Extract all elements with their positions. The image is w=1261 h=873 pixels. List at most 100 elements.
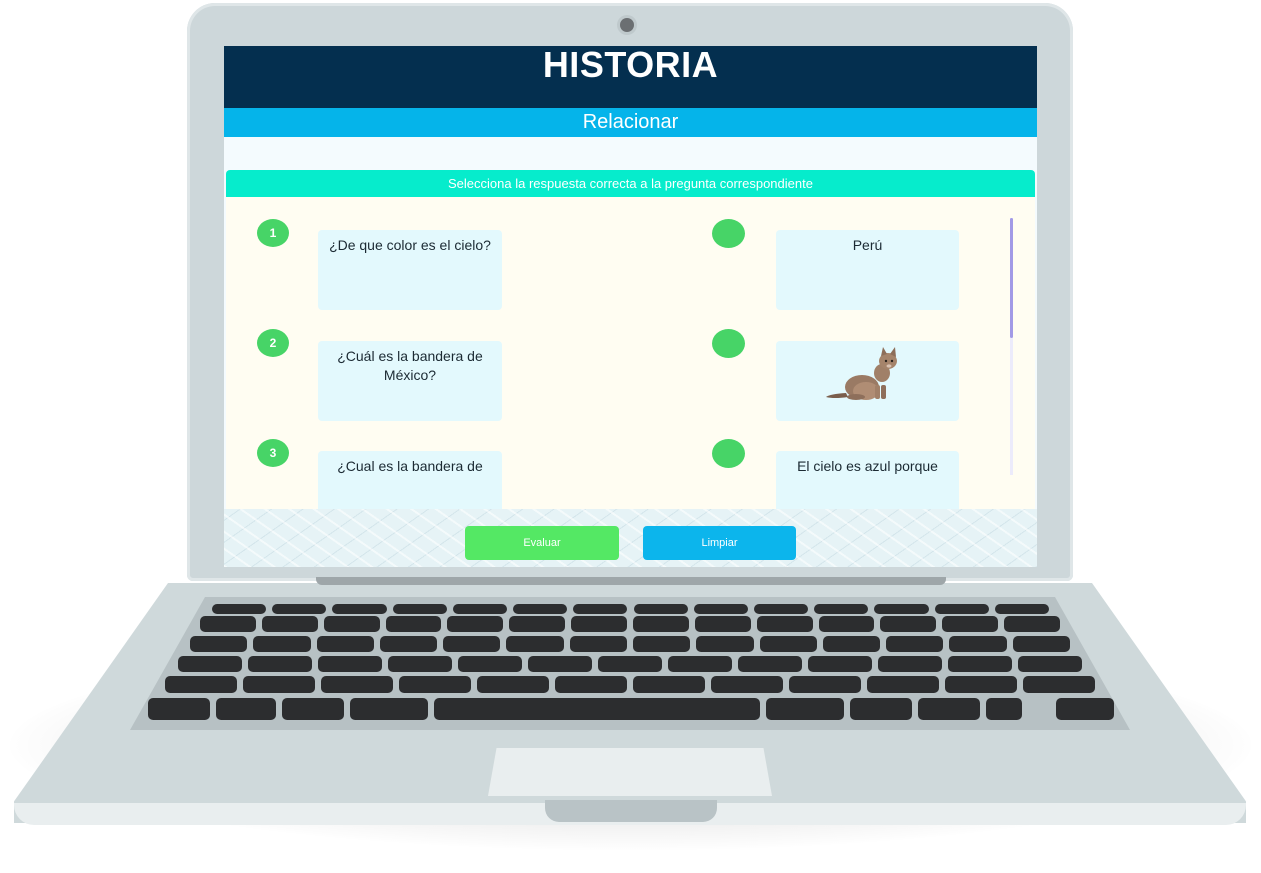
- answer-selector-dot[interactable]: [712, 219, 745, 248]
- keyboard-key: [243, 676, 315, 693]
- keyboard-key: [569, 636, 627, 652]
- evaluate-button[interactable]: Evaluar: [465, 526, 619, 560]
- page-subtitle: Relacionar: [224, 108, 1037, 137]
- keyboard-key: [1023, 676, 1095, 693]
- keyboard-key: [945, 676, 1017, 693]
- keyboard-key: [918, 698, 980, 720]
- keyboard-key: [711, 676, 783, 693]
- question-card[interactable]: ¿De que color es el cielo?: [318, 230, 502, 310]
- question-number-badge: 3: [257, 439, 289, 467]
- keyboard-key: [379, 636, 438, 652]
- question-card[interactable]: ¿Cuál es la bandera de México?: [318, 341, 502, 421]
- keyboard-key: [350, 698, 428, 720]
- keyboard-key: [452, 604, 508, 614]
- answer-card[interactable]: [776, 341, 959, 421]
- keyboard-key: [886, 636, 944, 652]
- keyboard-key: [318, 656, 382, 672]
- keyboard-key: [528, 656, 592, 672]
- keyboard-key: [696, 636, 754, 652]
- app-screen: HISTORIA Relacionar Selecciona la respue…: [224, 46, 1037, 567]
- keyboard-key: [513, 604, 568, 614]
- keyboard-key: [633, 676, 705, 693]
- page-title: HISTORIA: [224, 46, 1037, 108]
- keyboard-key: [447, 616, 504, 632]
- question-number-badge: 1: [257, 219, 289, 247]
- keyboard-key: [759, 636, 817, 652]
- keyboard-key: [388, 656, 452, 672]
- keyboard-key: [434, 698, 760, 720]
- keyboard-key: [789, 676, 861, 693]
- keyboard-key: [509, 616, 566, 632]
- keyboard-key: [323, 616, 380, 632]
- keyboard-key: [818, 616, 875, 632]
- keyboard-key: [385, 616, 442, 632]
- keyboard-key: [694, 616, 751, 632]
- keyboard-key: [212, 604, 267, 614]
- keyboard-key: [1012, 636, 1070, 652]
- keyboard-key: [321, 676, 393, 693]
- keyboard-key: [316, 636, 374, 652]
- answer-card[interactable]: El cielo es azul porque: [776, 451, 959, 509]
- keyboard-key: [934, 604, 989, 614]
- keyboard-key: [477, 676, 549, 693]
- scrollbar-thumb[interactable]: [1010, 218, 1013, 338]
- keyboard-key: [766, 698, 844, 720]
- keyboard-key: [178, 656, 242, 672]
- keyboard-key: [443, 636, 501, 652]
- keyboard-key: [822, 636, 881, 652]
- keyboard-key: [598, 656, 662, 672]
- keyboard-key: [949, 636, 1007, 652]
- keyboard-key: [986, 698, 1022, 720]
- keyboard-key: [399, 676, 471, 693]
- touchpad: [488, 748, 772, 796]
- instruction-bar: Selecciona la respuesta correcta a la pr…: [226, 170, 1035, 197]
- keyboard-key: [633, 616, 689, 632]
- keyboard-key: [693, 604, 748, 614]
- keyboard-key: [506, 636, 564, 652]
- webcam-icon: [620, 18, 634, 32]
- keyboard-key: [874, 604, 929, 614]
- keyboard-key: [555, 676, 627, 693]
- keyboard-key: [392, 604, 447, 614]
- keyboard-key: [756, 616, 813, 632]
- keyboard-key: [878, 656, 942, 672]
- laptop-base-notch: [545, 800, 717, 822]
- answer-card[interactable]: Perú: [776, 230, 959, 310]
- question-number-badge: 2: [257, 329, 289, 357]
- keyboard-key: [261, 616, 318, 632]
- keyboard-key: [190, 636, 248, 652]
- laptop-hinge: [316, 577, 946, 585]
- keyboard-key: [571, 616, 627, 632]
- keyboard-key: [332, 604, 387, 614]
- keyboard-key: [248, 656, 312, 672]
- keyboard-key: [880, 616, 937, 632]
- keyboard-key: [1004, 616, 1060, 632]
- cat-image: [826, 347, 897, 400]
- keyboard-key: [272, 604, 327, 614]
- clear-button[interactable]: Limpiar: [643, 526, 796, 560]
- answer-selector-dot[interactable]: [712, 329, 745, 358]
- keyboard-key: [458, 656, 522, 672]
- keyboard-key: [668, 656, 732, 672]
- keyboard-key: [850, 698, 912, 720]
- keyboard-key: [253, 636, 311, 652]
- keyboard-key: [867, 676, 939, 693]
- keyboard-key: [814, 604, 869, 614]
- keyboard-key: [282, 698, 344, 720]
- keyboard-key: [994, 604, 1049, 614]
- footer-pattern: [224, 509, 1037, 567]
- matching-board: 1 ¿De que color es el cielo? 2 ¿Cuál es …: [226, 197, 1035, 509]
- keyboard-key: [1018, 656, 1082, 672]
- keyboard-key: [1056, 698, 1114, 720]
- keyboard-key: [808, 656, 872, 672]
- question-card[interactable]: ¿Cual es la bandera de: [318, 451, 502, 509]
- keyboard-key: [200, 616, 256, 632]
- keyboard-key: [573, 604, 628, 614]
- keyboard-key: [633, 636, 691, 652]
- keyboard-key: [738, 656, 802, 672]
- keyboard-key: [165, 676, 237, 693]
- keyboard-key: [948, 656, 1012, 672]
- keyboard-key: [942, 616, 999, 632]
- keyboard-key: [216, 698, 276, 720]
- answer-selector-dot[interactable]: [712, 439, 745, 468]
